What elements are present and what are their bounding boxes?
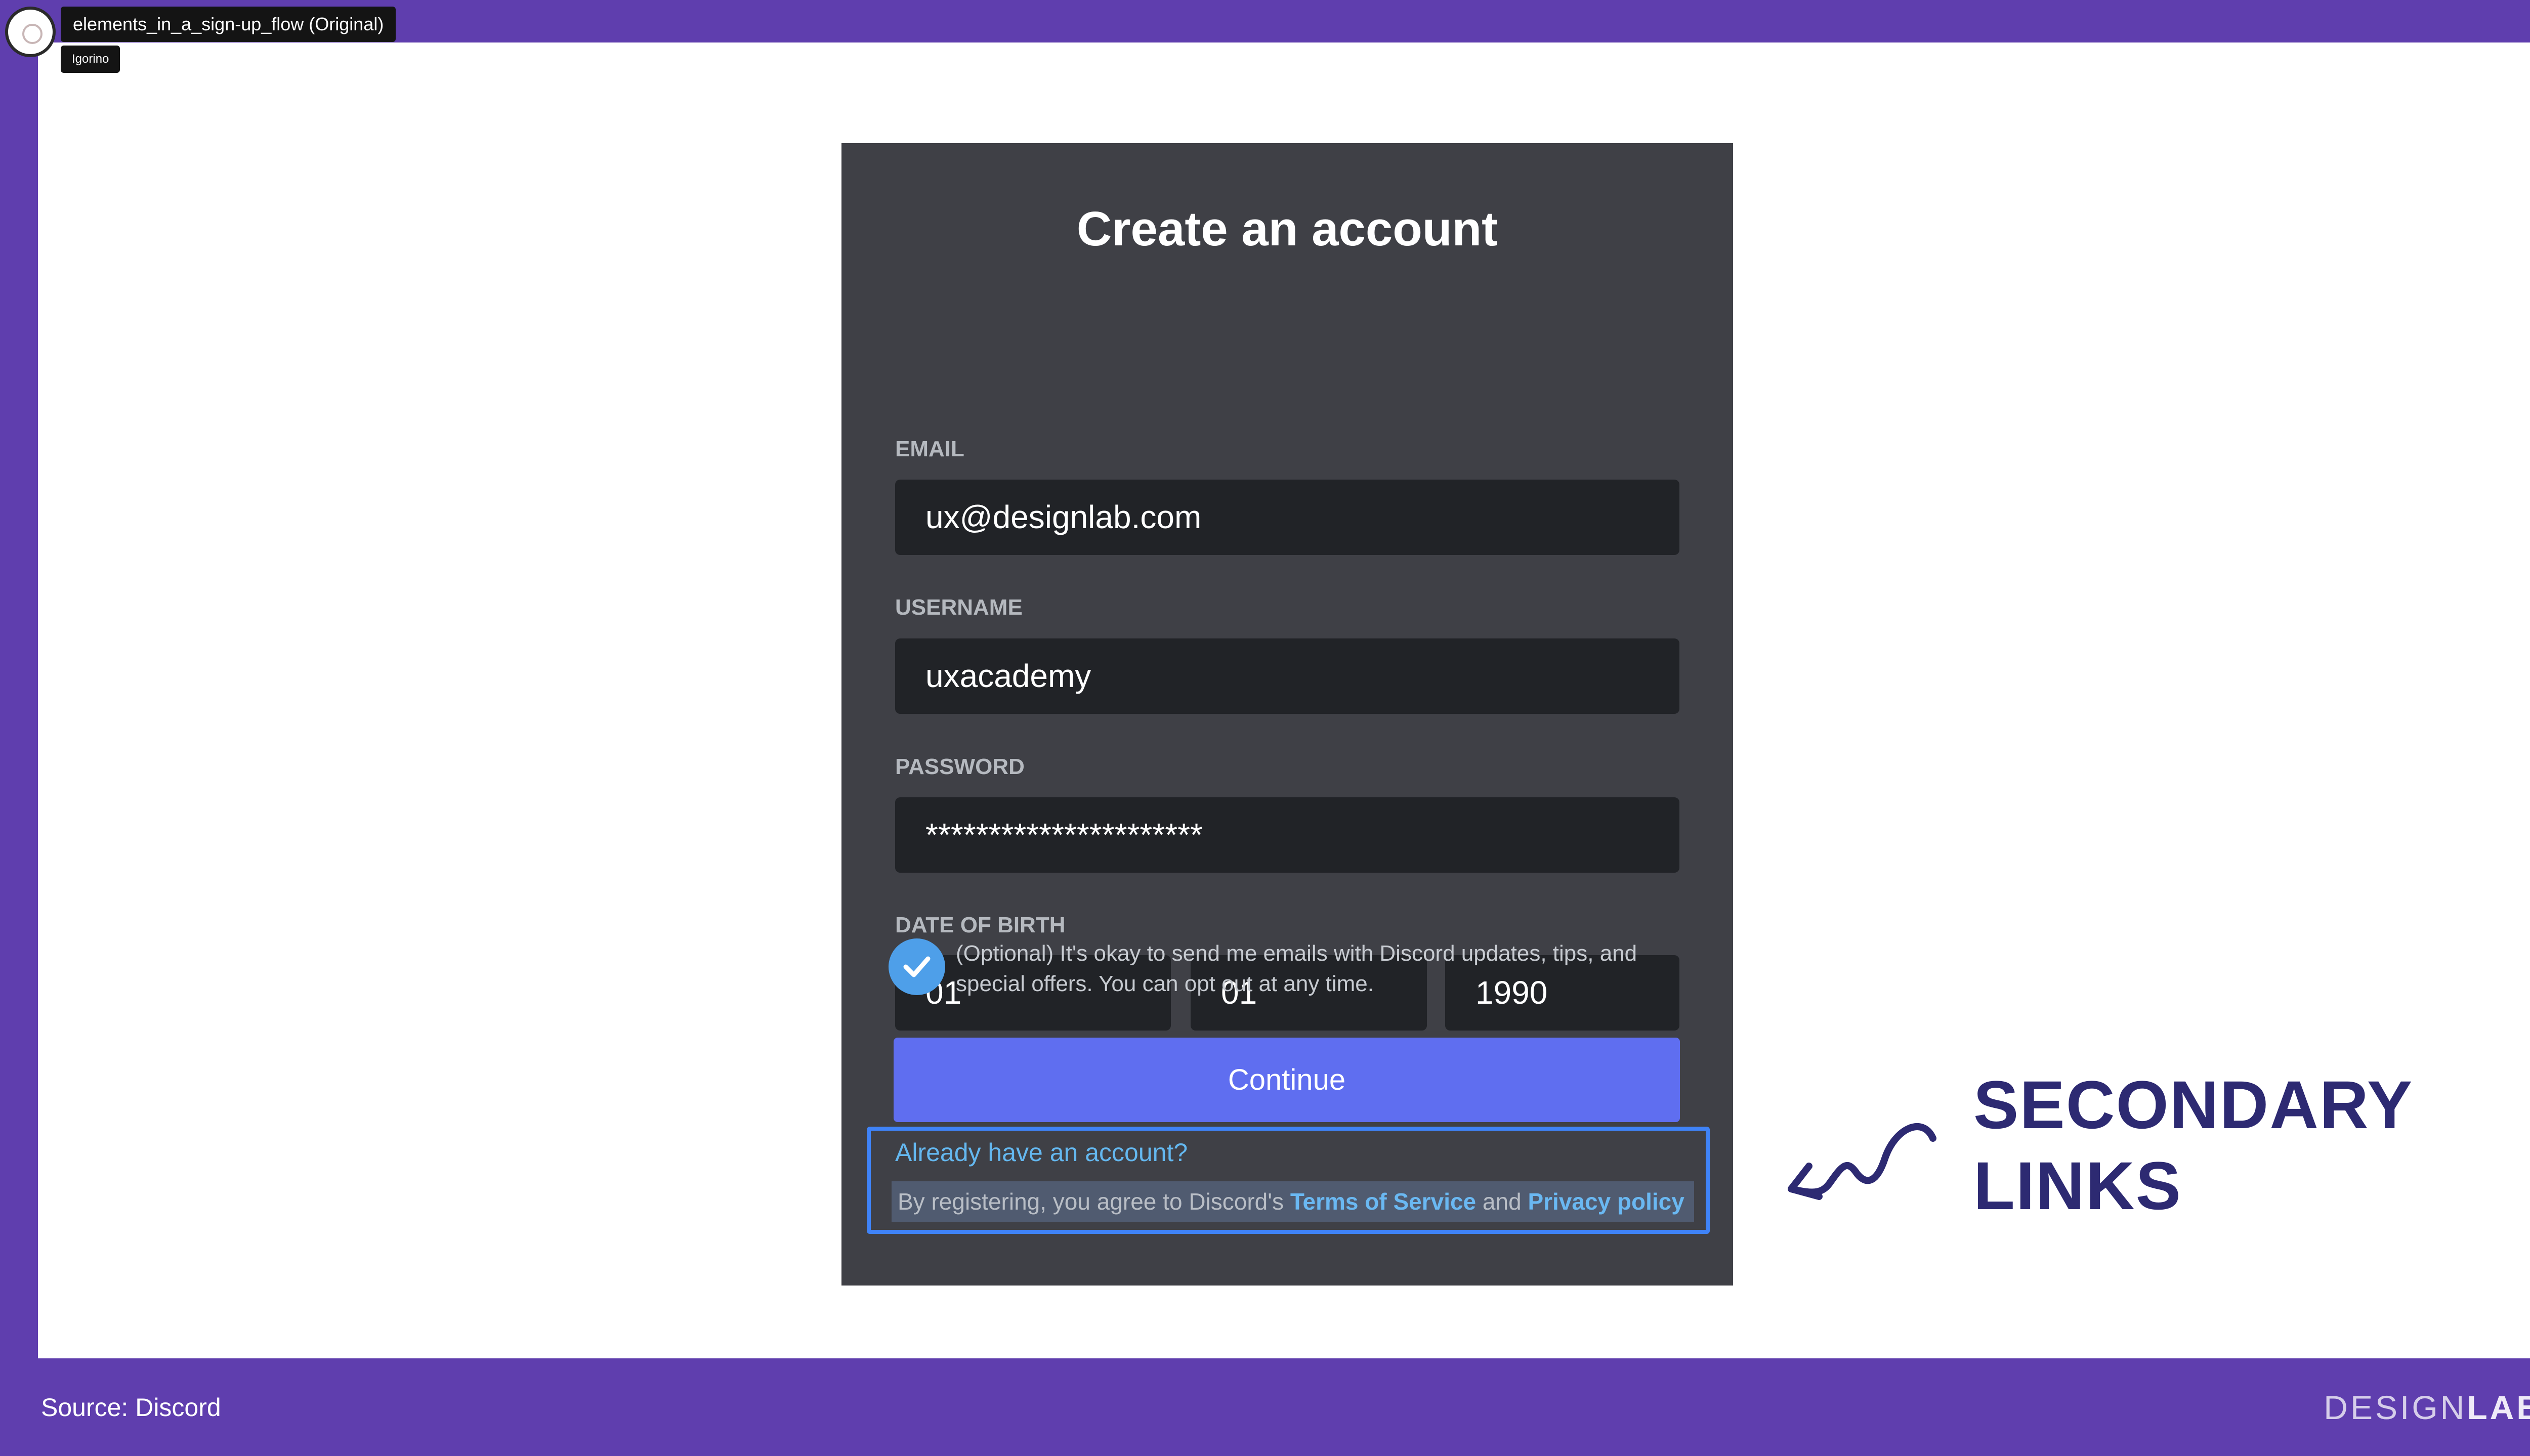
password-label: PASSWORD bbox=[895, 754, 1025, 779]
signup-card: Create an account EMAIL ux@designlab.com… bbox=[841, 143, 1733, 1286]
channel-avatar-icon[interactable] bbox=[5, 7, 56, 57]
terms-of-service-link[interactable]: Terms of Service bbox=[1290, 1188, 1476, 1215]
video-title[interactable]: elements_in_a_sign-up_flow (Original) bbox=[61, 7, 396, 42]
annotation-heading-line2: LINKS bbox=[1973, 1148, 2182, 1224]
terms-notice: By registering, you agree to Discord's T… bbox=[892, 1181, 1694, 1222]
password-field[interactable]: ********************** bbox=[895, 797, 1679, 873]
terms-prefix: By registering, you agree to Discord's bbox=[898, 1188, 1284, 1215]
curly-arrow-icon bbox=[1788, 1123, 1936, 1200]
privacy-policy-link[interactable]: Privacy policy bbox=[1528, 1188, 1684, 1215]
designlab-logo: DESIGNLAB bbox=[2324, 1389, 2530, 1426]
continue-button[interactable]: Continue bbox=[894, 1038, 1680, 1122]
username-field[interactable]: uxacademy bbox=[895, 638, 1679, 714]
username-label: USERNAME bbox=[895, 595, 1023, 620]
check-icon bbox=[903, 956, 931, 977]
email-field[interactable]: ux@designlab.com bbox=[895, 480, 1679, 555]
source-caption: Source: Discord bbox=[41, 1393, 221, 1422]
terms-and: and bbox=[1482, 1188, 1522, 1215]
author-name[interactable]: Igorino bbox=[61, 46, 120, 73]
optin-checkbox[interactable] bbox=[889, 938, 945, 995]
dob-label: DATE OF BIRTH bbox=[895, 913, 1066, 937]
annotation-heading-line1: SECONDARY bbox=[1973, 1067, 2414, 1143]
email-label: EMAIL bbox=[895, 437, 964, 461]
form-title: Create an account bbox=[1076, 202, 1498, 256]
logo-text-lab: LAB bbox=[2467, 1389, 2530, 1426]
logo-text-design: DESIGN bbox=[2324, 1389, 2467, 1426]
optin-text: (Optional) It's okay to send me emails w… bbox=[956, 941, 1637, 996]
login-link[interactable]: Already have an account? bbox=[895, 1136, 1188, 1169]
